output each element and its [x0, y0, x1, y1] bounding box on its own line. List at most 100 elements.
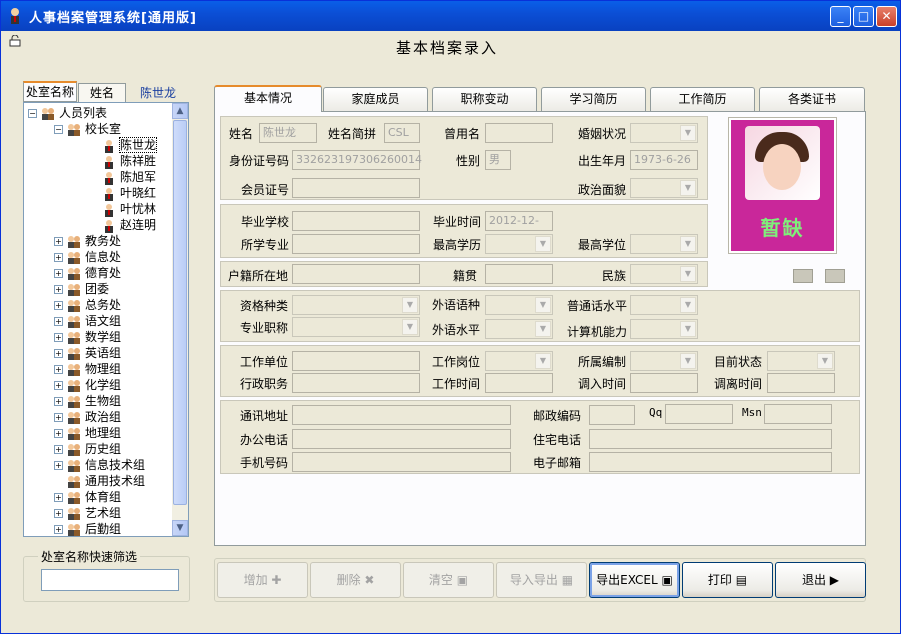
- delete-button[interactable]: 删除 ✖: [310, 562, 401, 598]
- collapse-icon[interactable]: −: [28, 109, 37, 118]
- expand-icon[interactable]: +: [54, 285, 63, 294]
- clear-button[interactable]: 清空 ▣: [403, 562, 494, 598]
- tab-basic[interactable]: 基本情况: [214, 85, 322, 112]
- gender-field[interactable]: 男: [485, 150, 511, 170]
- expand-icon[interactable]: +: [54, 333, 63, 342]
- tree-person[interactable]: 陈世龙: [102, 137, 158, 153]
- tab-person-name[interactable]: 姓名: [78, 83, 126, 103]
- expand-icon[interactable]: +: [54, 349, 63, 358]
- tree-node-department[interactable]: + 语文组: [54, 313, 121, 329]
- major-field[interactable]: [292, 234, 420, 254]
- import-export-button[interactable]: 导入导出 ▦: [496, 562, 587, 598]
- lang-select[interactable]: ▼: [485, 295, 553, 315]
- qq-field[interactable]: [665, 404, 733, 424]
- tree-node-department[interactable]: + 德育处: [54, 265, 121, 281]
- chevron-down-icon[interactable]: ▼: [817, 353, 833, 369]
- hukou-field[interactable]: [292, 264, 420, 284]
- close-button[interactable]: ✕: [876, 6, 897, 27]
- expand-icon[interactable]: +: [54, 525, 63, 534]
- tab-family[interactable]: 家庭成员: [323, 87, 428, 111]
- photo-frame[interactable]: 暂缺: [728, 117, 837, 254]
- tab-study-resume[interactable]: 学习简历: [541, 87, 646, 111]
- tree-node-department[interactable]: + 化学组: [54, 377, 121, 393]
- expand-icon[interactable]: +: [54, 413, 63, 422]
- tree-node-department[interactable]: + 生物组: [54, 393, 121, 409]
- name-field[interactable]: 陈世龙: [259, 123, 317, 143]
- expand-icon[interactable]: +: [54, 429, 63, 438]
- tree-person[interactable]: 陈旭军: [102, 169, 156, 185]
- exit-button[interactable]: 退出 ▶: [775, 562, 866, 598]
- grad-time-field[interactable]: 2012-12-10: [485, 211, 553, 245]
- tree-node-department[interactable]: + 总务处: [54, 297, 121, 313]
- zip-field[interactable]: [589, 405, 635, 425]
- tree-person[interactable]: 叶晓红: [102, 185, 156, 201]
- tree-scrollbar[interactable]: ▲ ▼: [172, 103, 188, 536]
- unit-field[interactable]: [292, 351, 420, 371]
- tree-node-department[interactable]: + 历史组: [54, 441, 121, 457]
- tree-person[interactable]: 赵连明: [102, 217, 156, 233]
- tree-node-department[interactable]: + 体育组: [54, 489, 121, 505]
- transin-field[interactable]: [630, 373, 698, 393]
- member-field[interactable]: [292, 178, 420, 198]
- chevron-down-icon[interactable]: ▼: [680, 180, 696, 196]
- expand-icon[interactable]: +: [54, 253, 63, 262]
- title-bar[interactable]: 人事档案管理系统[通用版] _ □ ✕: [1, 1, 900, 31]
- chevron-down-icon[interactable]: ▼: [680, 353, 696, 369]
- expand-icon[interactable]: +: [54, 445, 63, 454]
- chevron-down-icon[interactable]: ▼: [680, 125, 696, 141]
- tree-node-department[interactable]: + 英语组: [54, 345, 121, 361]
- tree-node-department[interactable]: 通用技术组: [54, 473, 145, 489]
- chevron-down-icon[interactable]: ▼: [535, 321, 551, 337]
- former-name-field[interactable]: [485, 123, 553, 143]
- photo-clear-icon[interactable]: [793, 269, 813, 283]
- tree-node-department[interactable]: + 物理组: [54, 361, 121, 377]
- ethnic-select[interactable]: ▼: [630, 264, 698, 284]
- expand-icon[interactable]: +: [54, 397, 63, 406]
- expand-icon[interactable]: +: [54, 381, 63, 390]
- political-select[interactable]: ▼: [630, 178, 698, 198]
- export-excel-button[interactable]: 导出EXCEL ▣: [589, 562, 680, 598]
- collapse-icon[interactable]: −: [54, 125, 63, 134]
- mandarin-select[interactable]: ▼: [630, 295, 698, 315]
- chevron-down-icon[interactable]: ▼: [402, 297, 418, 313]
- id-field[interactable]: 332623197306260014: [292, 150, 422, 170]
- quick-filter-input[interactable]: [41, 569, 179, 591]
- lang-level-select[interactable]: ▼: [485, 319, 553, 339]
- prof-title-select[interactable]: ▼: [292, 317, 420, 337]
- tree-person[interactable]: 陈祥胜: [102, 153, 156, 169]
- marital-select[interactable]: ▼: [630, 123, 698, 143]
- tree-node-department[interactable]: + 教务处: [54, 233, 121, 249]
- scroll-thumb[interactable]: [173, 120, 187, 505]
- scroll-up-icon[interactable]: ▲: [172, 103, 188, 119]
- expand-icon[interactable]: +: [54, 237, 63, 246]
- expand-icon[interactable]: +: [54, 509, 63, 518]
- department-tree[interactable]: + 后勤组 + 艺术组 + 体育组 通用技术组 + 信息技术组 + 历史组 + 地理组 + 政治组 + 生物组 +…: [23, 102, 189, 537]
- qual-select[interactable]: ▼: [292, 295, 420, 315]
- abbr-field[interactable]: CSL: [384, 123, 420, 143]
- chevron-down-icon[interactable]: ▼: [535, 297, 551, 313]
- email-field[interactable]: [589, 452, 832, 472]
- minimize-button[interactable]: _: [830, 6, 851, 27]
- staff-select[interactable]: ▼: [630, 351, 698, 371]
- school-field[interactable]: [292, 211, 420, 231]
- degree-select[interactable]: ▼: [630, 234, 698, 254]
- edu-select[interactable]: ▼: [485, 234, 553, 254]
- tree-node-department[interactable]: + 艺术组: [54, 505, 121, 521]
- tab-work-resume[interactable]: 工作简历: [650, 87, 755, 111]
- scroll-down-icon[interactable]: ▼: [172, 520, 188, 536]
- expand-icon[interactable]: +: [54, 301, 63, 310]
- lock-icon[interactable]: [9, 34, 21, 50]
- tree-node-department[interactable]: + 后勤组: [54, 521, 121, 536]
- chevron-down-icon[interactable]: ▼: [680, 297, 696, 313]
- chevron-down-icon[interactable]: ▼: [535, 236, 551, 252]
- expand-icon[interactable]: +: [54, 317, 63, 326]
- transout-field[interactable]: [767, 373, 835, 393]
- chevron-down-icon[interactable]: ▼: [402, 319, 418, 335]
- maximize-button[interactable]: □: [853, 6, 874, 27]
- computer-select[interactable]: ▼: [630, 319, 698, 339]
- msn-field[interactable]: [764, 404, 832, 424]
- expand-icon[interactable]: +: [54, 493, 63, 502]
- chevron-down-icon[interactable]: ▼: [680, 321, 696, 337]
- address-field[interactable]: [292, 405, 511, 425]
- expand-icon[interactable]: +: [54, 461, 63, 470]
